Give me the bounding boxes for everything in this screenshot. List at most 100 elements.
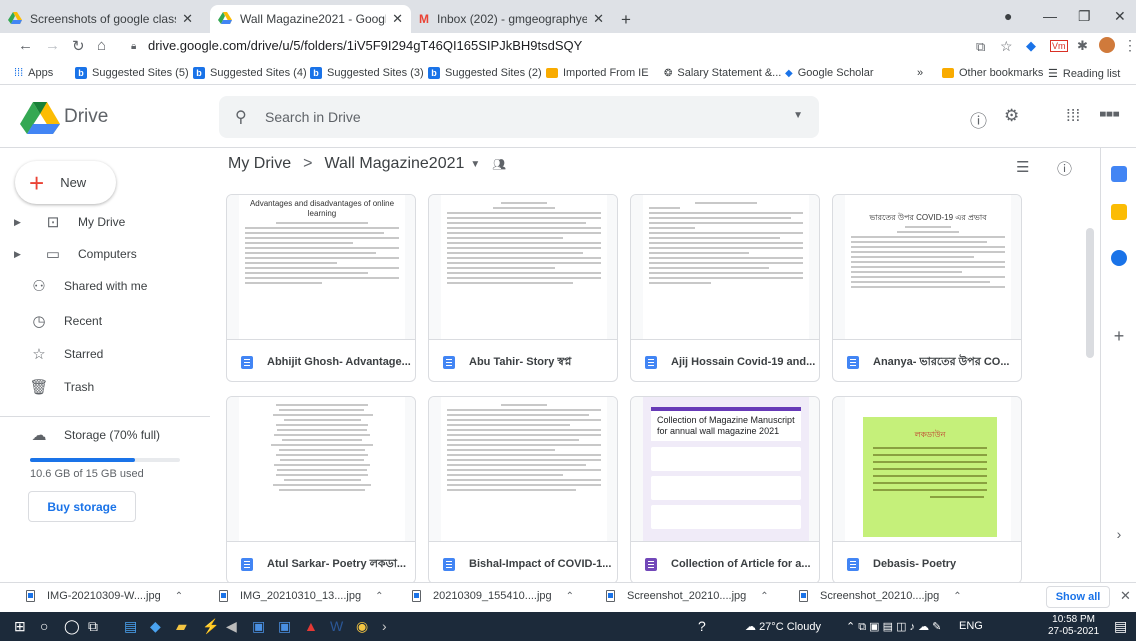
avatar[interactable] (1099, 37, 1115, 53)
close-icon[interactable]: ✕ (593, 11, 604, 27)
file-card[interactable]: Bishal-Impact of COVID-1... (428, 396, 618, 582)
search-icon[interactable]: ○ (40, 618, 48, 634)
close-icon[interactable]: ✕ (182, 11, 193, 27)
more-icon[interactable]: ⋮ (1123, 37, 1136, 54)
extension-icon[interactable]: Vm (1050, 40, 1068, 52)
file-card[interactable]: Abu Tahir- Story স্বপ্ন (428, 194, 618, 382)
app-icon[interactable]: ▣ (252, 618, 265, 635)
file-card[interactable]: ভারতের উপর COVID-19 এর প্রভাব Ananya- ভা… (832, 194, 1022, 382)
media-icon[interactable]: ◀ (226, 618, 237, 635)
apps-grid-icon[interactable]: ⁞⁞⁞ (1066, 106, 1080, 126)
bookmark-suggested-5[interactable]: b Suggested Sites (5) (75, 67, 189, 79)
bookmark-scholar[interactable]: ◆ Google Scholar (785, 67, 874, 79)
chevron-up-icon[interactable]: ⌃ (566, 591, 574, 602)
keep-icon[interactable] (1111, 204, 1127, 220)
store-icon[interactable]: ◆ (150, 618, 161, 635)
folder-icon[interactable]: ▰ (176, 618, 187, 635)
list-view-icon[interactable]: ☰ (1016, 158, 1029, 176)
buy-storage-button[interactable]: Buy storage (28, 491, 136, 522)
breadcrumb-my-drive[interactable]: My Drive (228, 155, 291, 173)
bookmark-apps[interactable]: ⁞⁞⁞ Apps (14, 67, 53, 79)
forward-icon[interactable]: → (45, 37, 60, 54)
download-item[interactable]: Screenshot_20210....jpg ⌃ (606, 590, 769, 602)
back-icon[interactable]: ← (18, 37, 33, 54)
maximize-icon[interactable]: ❐ (1078, 8, 1091, 25)
bookmark-imported[interactable]: Imported From IE (546, 67, 649, 79)
sidebar-item-shared[interactable]: ⚇ Shared with me (0, 272, 210, 300)
bookmark-suggested-3[interactable]: b Suggested Sites (3) (310, 67, 424, 79)
weather[interactable]: ☁ 27°C Cloudy (745, 620, 821, 633)
file-card[interactable]: Atul Sarkar- Poetry লকডা... (226, 396, 416, 582)
chrome-icon[interactable]: ◉ (356, 618, 368, 635)
chevron-up-icon[interactable]: ⌃ (760, 591, 768, 602)
file-card[interactable]: Advantages and disadvantages of online l… (226, 194, 416, 382)
show-all-button[interactable]: Show all (1046, 586, 1110, 608)
browser-tab-gmail[interactable]: M Inbox (202) - gmgeographyexam ✕ (411, 5, 612, 33)
calendar-icon[interactable] (1111, 166, 1127, 182)
chevron-up-icon[interactable]: ⌃ (375, 591, 383, 602)
account-logo[interactable]: ▀▀▀ (1100, 112, 1120, 121)
search-input[interactable] (265, 104, 745, 130)
sidebar-item-starred[interactable]: ☆ Starred (0, 340, 210, 368)
search-icon[interactable]: ⚲ (235, 107, 247, 127)
chevron-up-icon[interactable]: ⌃ (953, 591, 961, 602)
expand-arrow-icon[interactable]: ▶ (14, 217, 28, 228)
app-icon[interactable]: › (382, 618, 387, 634)
tasks-icon[interactable] (1111, 250, 1127, 266)
new-tab-icon[interactable]: + (621, 10, 631, 30)
install-icon[interactable]: ⧉ (976, 39, 985, 55)
notifications-icon[interactable]: ▤ (1114, 618, 1127, 635)
clock[interactable]: 10:58 PM 27-05-2021 (1048, 614, 1099, 638)
bookmark-star-icon[interactable]: ☆ (1000, 38, 1013, 55)
drive-logo-icon[interactable] (20, 102, 60, 134)
download-item[interactable]: IMG_20210310_13....jpg ⌃ (219, 590, 383, 602)
sidebar-item-my-drive[interactable]: ▶ ⊡ My Drive (0, 208, 210, 236)
close-icon[interactable]: ✕ (392, 11, 403, 27)
address-bar[interactable]: drive.google.com/drive/u/5/folders/1iV5F… (148, 38, 582, 53)
cortana-icon[interactable]: ◯ (64, 618, 80, 635)
sidebar-item-recent[interactable]: ◷ Recent (0, 307, 210, 335)
reload-icon[interactable]: ↻ (72, 37, 85, 55)
scrollbar[interactable] (1086, 228, 1094, 358)
bookmarks-overflow[interactable]: » (917, 67, 923, 79)
sidebar-item-computers[interactable]: ▶ ▭ Computers (0, 240, 210, 268)
scholar-extension-icon[interactable]: ◆ (1026, 38, 1036, 54)
file-card[interactable]: Ajij Hossain Covid-19 and... (630, 194, 820, 382)
home-icon[interactable]: ⌂ (97, 37, 106, 54)
help-icon[interactable]: ? (698, 618, 706, 634)
add-addon-icon[interactable]: + (1102, 326, 1136, 347)
search-options-icon[interactable]: ▼ (793, 110, 803, 121)
window-close-icon[interactable]: ✕ (1114, 8, 1126, 25)
settings-gear-icon[interactable]: ⚙ (1004, 106, 1019, 126)
profile-dot-icon[interactable]: ● (1004, 8, 1012, 24)
sidebar-item-storage[interactable]: ☁ Storage (70% full) (0, 421, 210, 449)
word-icon[interactable]: W (330, 618, 343, 634)
search-bar[interactable]: ⚲ ▼ (219, 96, 819, 138)
sidebar-item-trash[interactable]: 🗑︎ Trash (0, 373, 210, 401)
drive-brand[interactable]: Drive (64, 106, 108, 128)
puzzle-icon[interactable]: ✱ (1077, 38, 1088, 54)
bookmark-other[interactable]: Other bookmarks (942, 67, 1043, 79)
reading-list[interactable]: ☰ Reading list (1048, 67, 1120, 81)
close-downloads-icon[interactable]: ✕ (1120, 588, 1131, 604)
app-icon[interactable]: ▣ (278, 618, 291, 635)
app-icon[interactable]: ⚡ (202, 618, 219, 635)
download-item[interactable]: Screenshot_20210....jpg ⌃ (799, 590, 962, 602)
chevron-down-icon[interactable]: ▼ (470, 159, 480, 170)
expand-panel-icon[interactable]: › (1102, 526, 1136, 542)
windows-start-icon[interactable]: ⊞ (14, 618, 26, 635)
file-card[interactable]: লকডাউন Debasis- Poetry (832, 396, 1022, 582)
tray-icons[interactable]: ⌃ ⧉ ▣ ▤ ◫ ♪ ☁ ✎ (846, 620, 941, 634)
help-icon[interactable]: ⓘ (970, 107, 987, 132)
new-button[interactable]: + New (15, 161, 116, 204)
expand-arrow-icon[interactable]: ▶ (14, 249, 28, 260)
minimize-icon[interactable]: — (1043, 8, 1057, 24)
bookmark-salary[interactable]: ❂ Salary Statement &... (664, 67, 781, 79)
bookmark-suggested-4[interactable]: b Suggested Sites (4) (193, 67, 307, 79)
breadcrumb-folder[interactable]: Wall Magazine2021 (324, 155, 464, 173)
language-indicator[interactable]: ENG (959, 620, 983, 632)
download-item[interactable]: 20210309_155410....jpg ⌃ (412, 590, 574, 602)
file-explorer-icon[interactable]: ▤ (124, 618, 137, 635)
browser-tab-classroom[interactable]: Screenshots of google classroom ✕ (0, 5, 201, 33)
chevron-up-icon[interactable]: ⌃ (175, 591, 183, 602)
